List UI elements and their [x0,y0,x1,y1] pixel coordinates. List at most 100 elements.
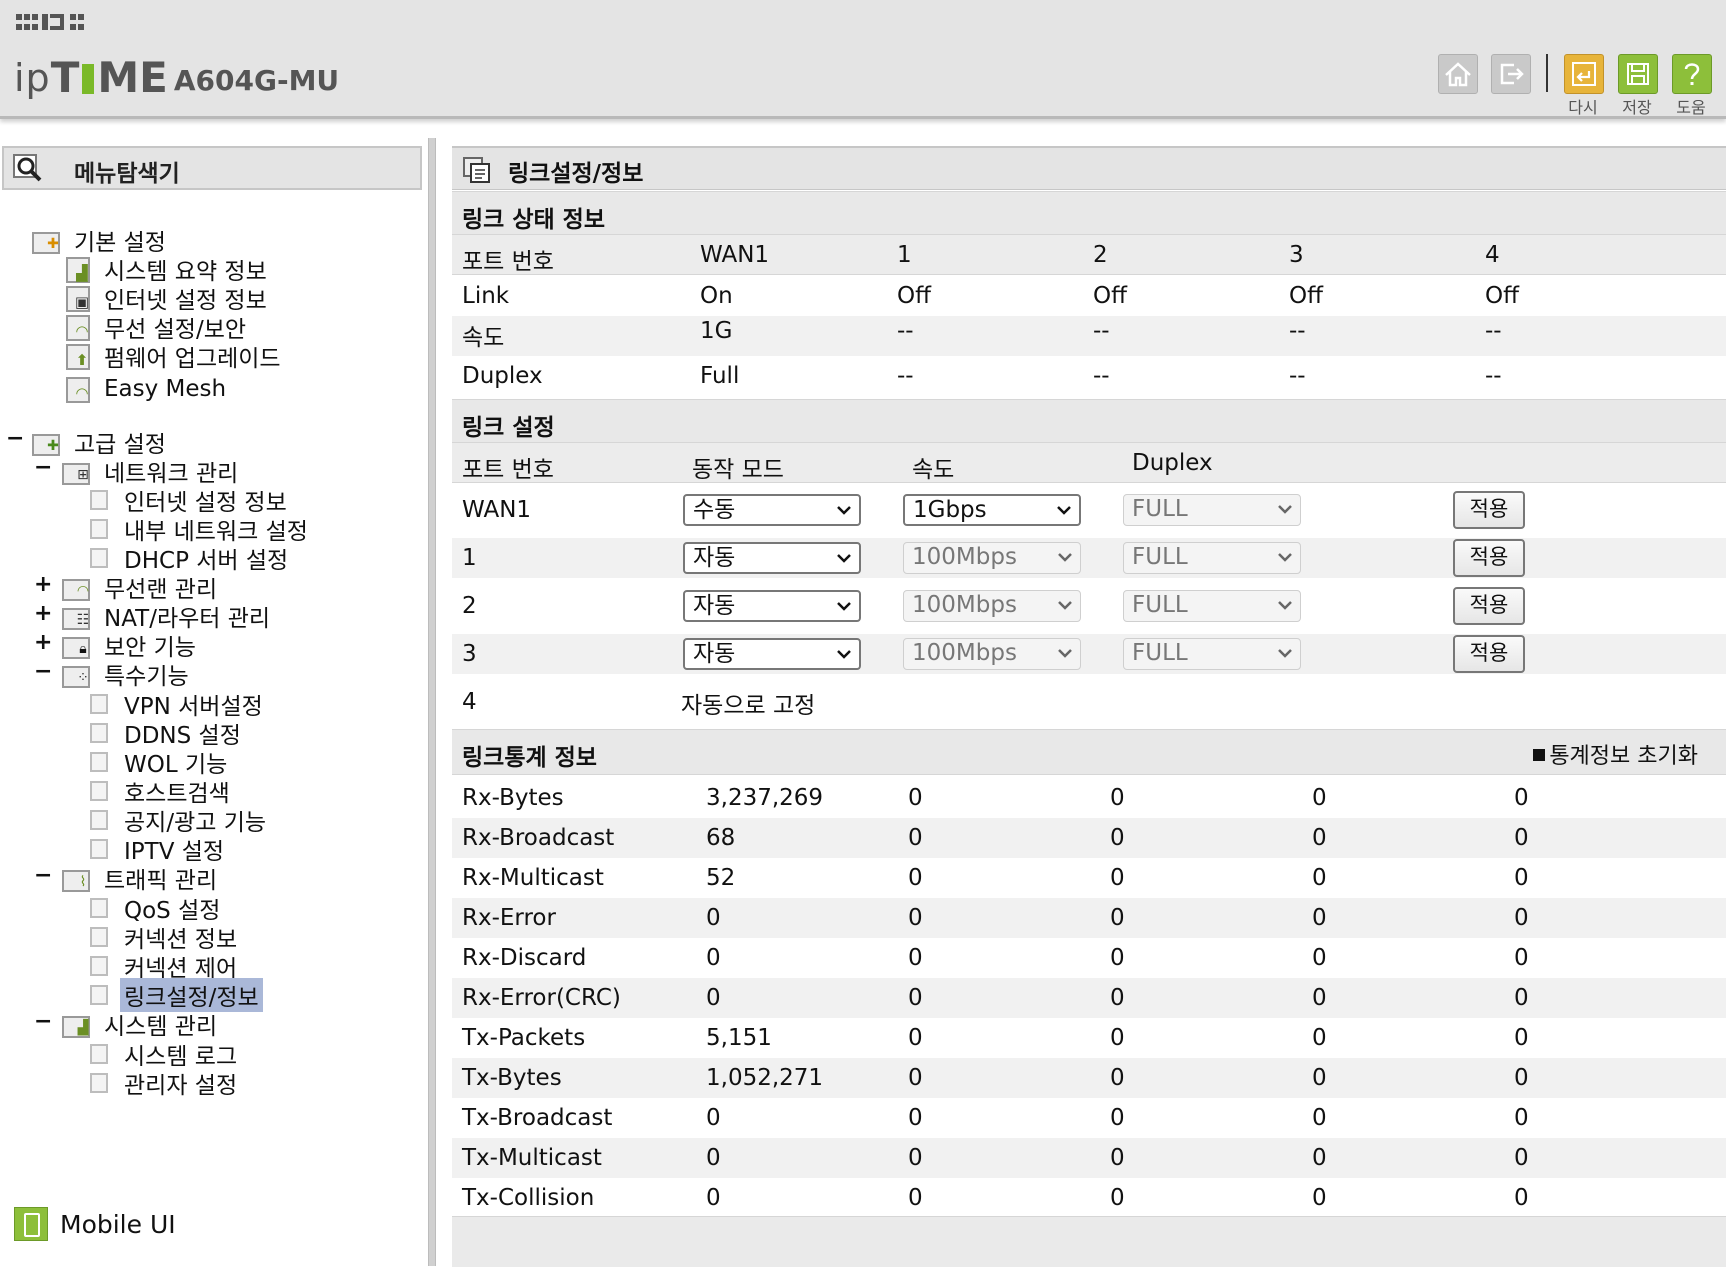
tree-item-connection-control[interactable]: 커넥션 제어 [90,951,241,982]
reset-stats-link[interactable]: 통계정보 초기화 [1533,738,1698,770]
duplex-select[interactable]: FULL [1123,494,1301,526]
expand-toggle-nat[interactable]: + [34,601,52,626]
page-icon [90,781,108,801]
page-icon [90,752,108,772]
chevron-down-icon [837,650,851,659]
stats-value: 0 [1312,1025,1327,1051]
tree-item-notice-ad[interactable]: 공지/광고 기능 [90,805,270,836]
duplex-select[interactable]: FULL [1123,638,1301,670]
upgrade-arrow-icon: ⬆ [66,342,94,370]
collapse-toggle-network[interactable]: − [34,455,52,480]
tree-traffic-management[interactable]: ⌇ 트래픽 관리 [62,863,221,894]
help-button[interactable] [1672,54,1712,94]
duplex-select[interactable]: FULL [1123,590,1301,622]
stats-value: 0 [908,905,923,931]
chevron-down-icon [1278,601,1292,610]
duplex-select-value: FULL [1132,496,1188,522]
section-title: 링크통계 정보 [462,745,597,771]
mode-select[interactable]: 자동 [683,590,861,622]
page-icon [90,810,108,830]
section-title: 링크 설정 [462,415,555,441]
chevron-down-icon [1058,649,1072,658]
collapse-toggle-traffic[interactable]: − [34,863,52,888]
stats-value: 0 [1110,945,1125,971]
stats-value: 0 [1312,1105,1327,1131]
tree-item-system-summary[interactable]: ▟ 시스템 요약 정보 [66,254,271,285]
tree-item-host-search[interactable]: 호스트검색 [90,776,234,807]
pane-splitter[interactable] [428,138,436,1266]
mode-select[interactable]: 자동 [683,542,861,574]
tree-network-management[interactable]: ⊞ 네트워크 관리 [62,456,242,487]
stats-value: 0 [908,865,923,891]
reload-button[interactable] [1564,54,1604,94]
mobile-ui-label: Mobile UI [60,1209,176,1239]
status-cell: -- [1289,363,1306,389]
tree-item-easy-mesh[interactable]: ◠ Easy Mesh [66,374,230,404]
tree-item-qos[interactable]: QoS 설정 [90,893,224,924]
stats-value: 0 [1514,1105,1529,1131]
tree-nat-router[interactable]: ☷ NAT/라우터 관리 [62,601,274,632]
tree-system-management[interactable]: ▟ 시스템 관리 [62,1009,221,1040]
stats-value: 0 [908,785,923,811]
home-button[interactable] [1438,54,1478,94]
settings-col-mode: 동작 모드 [692,457,784,483]
tree-item-wireless-security[interactable]: ◠ 무선 설정/보안 [66,312,250,343]
speed-select[interactable]: 100Mbps [903,590,1081,622]
expand-toggle-security[interactable]: + [34,630,52,655]
stats-value: 0 [1110,1105,1125,1131]
apply-button[interactable]: 적용 [1453,587,1525,625]
tree-item-net-internal[interactable]: 내부 네트워크 설정 [90,514,312,545]
stats-metric-label: Tx-Multicast [462,1145,602,1171]
tree-item-admin-settings[interactable]: 관리자 설정 [90,1068,241,1099]
stats-row: Tx-Collision 0 0 0 0 0 [452,1178,1726,1218]
mode-select[interactable]: 수동 [683,494,861,526]
status-col-1: 1 [897,242,912,268]
apply-button[interactable]: 적용 [1453,539,1525,577]
speed-select-value: 100Mbps [912,640,1017,666]
tree-item-firmware-upgrade[interactable]: ⬆ 펌웨어 업그레이드 [66,341,285,372]
duplex-select[interactable]: FULL [1123,542,1301,574]
mobile-ui-link[interactable]: Mobile UI [14,1207,176,1241]
page-icon [90,1044,108,1064]
stats-value: 0 [908,1025,923,1051]
stats-metric-label: Tx-Collision [462,1185,595,1211]
collapse-toggle-advanced[interactable]: − [6,426,24,451]
tree-item-connection-info[interactable]: 커넥션 정보 [90,922,241,953]
wireless-folder-icon: ◠ [62,573,96,601]
tree-item-ddns[interactable]: DDNS 설정 [90,718,245,749]
stats-value: 0 [1110,865,1125,891]
expand-toggle-wireless[interactable]: + [34,572,52,597]
tree-item-net-internet[interactable]: 인터넷 설정 정보 [90,485,291,516]
chevron-down-icon [1058,601,1072,610]
save-button[interactable] [1618,54,1658,94]
tree-advanced-settings[interactable]: ✚ 고급 설정 [32,427,170,458]
stats-value: 0 [908,1185,923,1211]
tree-basic-settings[interactable]: ✚ 기본 설정 [32,225,170,256]
apply-button[interactable]: 적용 [1453,491,1525,529]
status-cell: Off [1093,283,1127,309]
settings-row-port3: 3 자동 100Mbps FULL 적용 [452,634,1726,674]
stats-value: 0 [908,825,923,851]
speed-select[interactable]: 100Mbps [903,542,1081,574]
page-icon [90,519,108,539]
collapse-toggle-special[interactable]: − [34,659,52,684]
speed-select[interactable]: 1Gbps [903,494,1081,526]
collapse-toggle-system[interactable]: − [34,1009,52,1034]
settings-row-wan1: WAN1 수동 1Gbps FULL 적용 [452,490,1726,530]
speed-select[interactable]: 100Mbps [903,638,1081,670]
logout-button[interactable] [1491,54,1531,94]
tree-item-iptv[interactable]: IPTV 설정 [90,834,228,865]
tree-item-system-log[interactable]: 시스템 로그 [90,1039,241,1070]
tree-item-link-settings[interactable]: 링크설정/정보 [90,978,263,1012]
tree-wireless-management[interactable]: ◠ 무선랜 관리 [62,572,221,603]
tree-item-net-dhcp[interactable]: DHCP 서버 설정 [90,543,292,574]
mode-select-value: 수동 [693,497,736,523]
brand-t: T [50,53,80,102]
mode-select[interactable]: 자동 [683,638,861,670]
tree-item-wol[interactable]: WOL 기능 [90,747,231,778]
apply-button[interactable]: 적용 [1453,635,1525,673]
tree-item-vpn-server[interactable]: VPN 서버설정 [90,689,267,720]
tree-security[interactable]: 🔒︎ 보안 기능 [62,630,200,661]
tree-item-internet-info[interactable]: ▣ 인터넷 설정 정보 [66,283,271,314]
tree-special-functions[interactable]: ⁘ 특수기능 [62,659,193,690]
